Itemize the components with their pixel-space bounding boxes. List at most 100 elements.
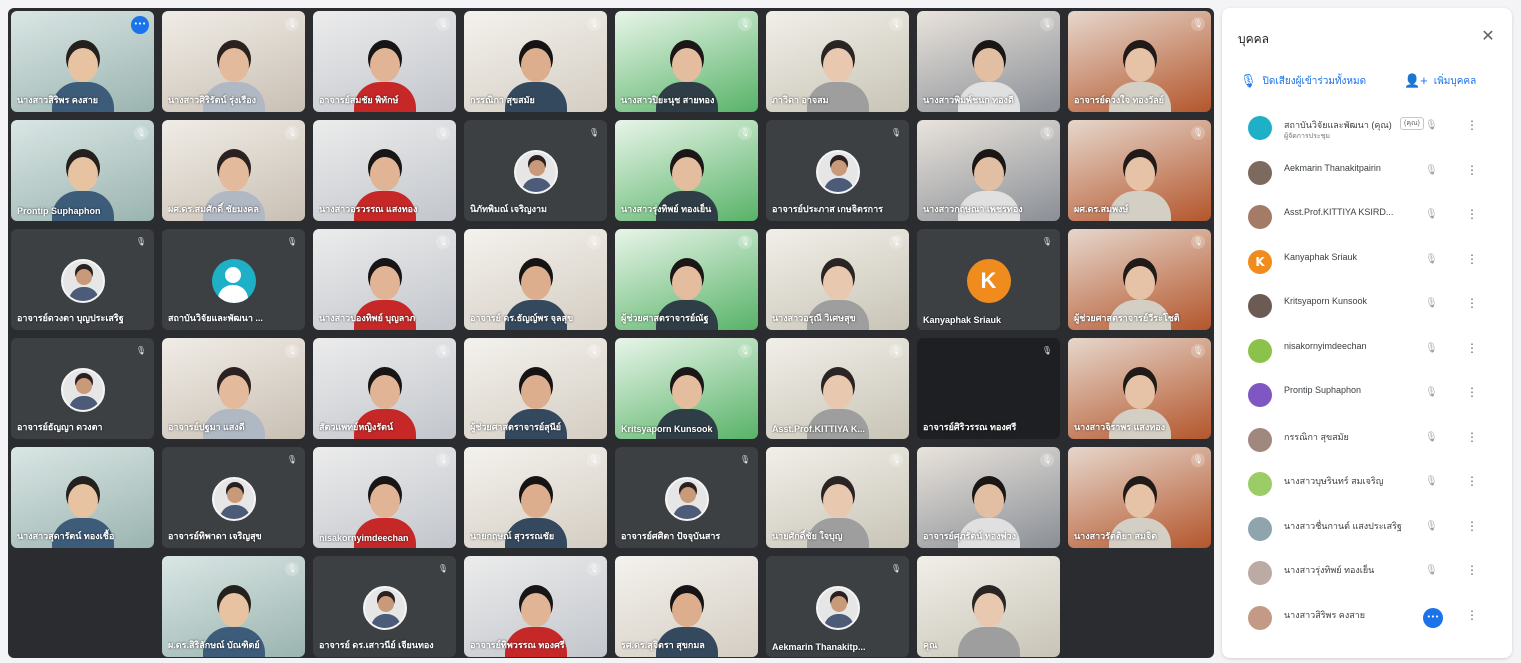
kebab-menu-icon[interactable]: ⋮ xyxy=(1466,118,1478,132)
avatar xyxy=(664,477,709,521)
mic-off-icon[interactable]: 🎙 xyxy=(1425,565,1438,576)
add-people-button[interactable]: 👤+ เพิ่มบุคคล xyxy=(1404,68,1476,94)
participant-tile[interactable]: ผู้ช่วยศาสตราจารย์ณัฐ 🎙 xyxy=(615,229,758,330)
participant-tile[interactable]: อาจารย์ปฐมา แสงดี 🎙 xyxy=(162,338,305,439)
mic-off-icon: 🎙 xyxy=(436,344,450,358)
participant-tile[interactable]: ผู้ช่วยศาสตราจารย์สุนีย์ 🎙 xyxy=(464,338,607,439)
participant-tile[interactable]: นางสาวปองทิพย์ บุญลาภ 🎙 xyxy=(313,229,456,330)
mic-off-icon: 🎙 xyxy=(889,453,903,467)
participant-row[interactable]: นางสาวสิริพร คงสาย ••• ⋮ xyxy=(1222,596,1512,641)
participant-tile[interactable]: กรรณิกา สุขสมัย 🎙 xyxy=(464,11,607,112)
participant-tile[interactable]: นางสาวสิริพร คงสาย ••• xyxy=(11,11,154,112)
participant-tile[interactable]: nisakornyimdeechan 🎙 xyxy=(313,447,456,548)
more-options-icon[interactable]: ••• xyxy=(131,16,149,34)
mic-off-icon[interactable]: 🎙 xyxy=(1425,343,1438,354)
kebab-menu-icon[interactable]: ⋮ xyxy=(1466,341,1478,355)
kebab-menu-icon[interactable]: ⋮ xyxy=(1466,385,1478,399)
more-options-icon[interactable]: ••• xyxy=(1423,607,1443,628)
mic-off-icon[interactable]: 🎙 xyxy=(1425,476,1438,487)
participant-tile[interactable]: ภาวิดา อาจสม 🎙 xyxy=(766,11,909,112)
participant-tile[interactable]: นางสาวรุ่งทิพย์ ทองเย็น 🎙 xyxy=(615,120,758,221)
participant-tile[interactable]: นายกฤษณ์ สุวรรณชัย 🎙 xyxy=(464,447,607,548)
kebab-menu-icon[interactable]: ⋮ xyxy=(1466,296,1478,310)
mic-off-icon[interactable]: 🎙 xyxy=(1425,387,1438,398)
participant-tile[interactable]: Asst.Prof.KITTIYA K... 🎙 xyxy=(766,338,909,439)
participant-tile[interactable]: อาจารย์ศุภรัตน์ ทองพ่วง 🎙 xyxy=(917,447,1060,548)
participant-row[interactable]: สถาบันวิจัยและพัฒนา (คุณ) ผู้จัดการประชุม… xyxy=(1222,106,1512,151)
participant-name: อาจารย์ประภาส เกษจิตรการ xyxy=(772,204,884,214)
participant-tile[interactable]: อาจารย์ศิริวรรณ ทองศรี 🎙 xyxy=(917,338,1060,439)
mic-off-icon[interactable]: 🎙 xyxy=(1425,521,1438,532)
participant-tile[interactable]: นิภัทพิมณ์ เจริญงาม 🎙 xyxy=(464,120,607,221)
participant-tile[interactable]: ผศ.ดร.สมพงษ์ 🎙 xyxy=(1068,120,1211,221)
participant-tile[interactable]: นางสาวจิราพร แสงทอง 🎙 xyxy=(1068,338,1211,439)
kebab-menu-icon[interactable]: ⋮ xyxy=(1466,563,1478,577)
participant-tile[interactable]: อาจารย์ประภาส เกษจิตรการ 🎙 xyxy=(766,120,909,221)
participant-tile[interactable]: อาจารย์ทิพวรรณ ทองศรี 🎙 xyxy=(464,556,607,657)
participant-row[interactable]: นางสาวรุ่งทิพย์ ทองเย็น 🎙 ⋮ xyxy=(1222,551,1512,596)
participant-tile[interactable]: อาจารย์ทิพาดา เจริญสุข 🎙 xyxy=(162,447,305,548)
kebab-menu-icon[interactable]: ⋮ xyxy=(1466,608,1478,622)
participant-row[interactable]: นางสาวชื่นกานต์ แสงประเสริฐ 🎙 ⋮ xyxy=(1222,507,1512,552)
participant-name: Asst.Prof.KITTIYA KSIRD... xyxy=(1284,207,1394,217)
mic-off-icon[interactable]: 🎙 xyxy=(1425,209,1438,220)
participant-tile[interactable]: สถาบันวิจัยและพัฒนา ... 🎙 xyxy=(162,229,305,330)
participant-tile[interactable]: นายศักดิ์ชัย ใจบุญ 🎙 xyxy=(766,447,909,548)
participant-tile[interactable]: สัตวแพทย์หญิงรัตน์ 🎙 xyxy=(313,338,456,439)
participant-tile[interactable]: K Kanyaphak Sriauk 🎙 xyxy=(917,229,1060,330)
participant-tile[interactable]: อาจารย์ดวงตา บุญประเสริฐ 🎙 xyxy=(11,229,154,330)
participant-list: สถาบันวิจัยและพัฒนา (คุณ) ผู้จัดการประชุม… xyxy=(1222,106,1512,640)
participant-tile[interactable]: นางสาวอรวรรณ แสงทอง 🎙 xyxy=(313,120,456,221)
kebab-menu-icon[interactable]: ⋮ xyxy=(1466,207,1478,221)
participant-tile[interactable]: นางสาวรัตติยา สมจิต 🎙 xyxy=(1068,447,1211,548)
mic-off-icon: 🎙 xyxy=(1240,73,1257,88)
participant-tile[interactable]: ผู้ช่วยศาสตราจารย์วีระโชติ 🎙 xyxy=(1068,229,1211,330)
mic-off-icon[interactable]: 🎙 xyxy=(1425,432,1438,443)
mic-off-icon[interactable]: 🎙 xyxy=(1425,120,1438,131)
participant-tile[interactable]: ผ.ดร.สิริลักษณ์ บัณฑิตย์ 🎙 xyxy=(162,556,305,657)
participant-tile[interactable]: นางสาวสุดารัตน์ ทองเชื้อ xyxy=(11,447,154,548)
participant-tile[interactable]: อาจารย์ ดร.เสาวนีย์ เจียนทอง 🎙 xyxy=(313,556,456,657)
participant-tile[interactable]: อาจารย์ธัญญา ดวงตา 🎙 xyxy=(11,338,154,439)
kebab-menu-icon[interactable]: ⋮ xyxy=(1466,474,1478,488)
avatar xyxy=(211,259,256,303)
participant-name: Prontip Suphaphon xyxy=(1284,385,1362,395)
participant-tile[interactable]: รศ.ดร.สุจิตรา สุขกมล xyxy=(615,556,758,657)
participant-tile[interactable]: นางสาวอรุณี วิเศษสุข 🎙 xyxy=(766,229,909,330)
mic-off-icon[interactable]: 🎙 xyxy=(1425,254,1438,265)
participant-tile[interactable]: อาจารย์ศศิตา ปัจจุบันสาร 🎙 xyxy=(615,447,758,548)
kebab-menu-icon[interactable]: ⋮ xyxy=(1466,519,1478,533)
participant-row[interactable]: Aekmarin Thanakitpairin 🎙 ⋮ xyxy=(1222,151,1512,196)
participant-tile[interactable]: Prontip Suphaphon 🎙 xyxy=(11,120,154,221)
participant-row[interactable]: Kritsyaporn Kunsook 🎙 ⋮ xyxy=(1222,284,1512,329)
participant-tile[interactable]: ผศ.ดร.สมศักดิ์ ชัยมงคล 🎙 xyxy=(162,120,305,221)
kebab-menu-icon[interactable]: ⋮ xyxy=(1466,430,1478,444)
mic-off-icon: 🎙 xyxy=(285,126,299,140)
mic-off-icon[interactable]: 🎙 xyxy=(1425,298,1438,309)
mic-off-icon[interactable]: 🎙 xyxy=(1425,165,1438,176)
mute-all-label: ปิดเสียงผู้เข้าร่วมทั้งหมด xyxy=(1262,75,1367,87)
close-icon[interactable]: ✕ xyxy=(1478,26,1498,46)
participant-tile[interactable]: นางสาวกฤษณา เพชรทอง 🎙 xyxy=(917,120,1060,221)
participant-tile[interactable]: อาจารย์สมชัย พิทักษ์ 🎙 xyxy=(313,11,456,112)
participant-row[interactable]: Asst.Prof.KITTIYA KSIRD... 🎙 ⋮ xyxy=(1222,195,1512,240)
participant-row[interactable]: nisakornyimdeechan 🎙 ⋮ xyxy=(1222,329,1512,374)
participant-row[interactable]: Prontip Suphaphon 🎙 ⋮ xyxy=(1222,373,1512,418)
participant-tile[interactable]: นางสาวปิยะนุช สายทอง 🎙 xyxy=(615,11,758,112)
mic-off-icon: 🎙 xyxy=(285,17,299,31)
mute-all-button[interactable]: 🎙 ปิดเสียงผู้เข้าร่วมทั้งหมด xyxy=(1240,68,1366,94)
mic-off-icon: 🎙 xyxy=(1040,126,1054,140)
participant-tile[interactable]: คุณ xyxy=(917,556,1060,657)
participant-name: Aekmarin Thanakitpairin xyxy=(1284,162,1381,173)
participant-tile[interactable]: Aekmarin Thanakitp... 🎙 xyxy=(766,556,909,657)
participant-row[interactable]: นางสาวบุษรินทร์ สมเจริญ 🎙 ⋮ xyxy=(1222,462,1512,507)
participant-row[interactable]: กรรณิกา สุขสมัย 🎙 ⋮ xyxy=(1222,418,1512,463)
participant-tile[interactable]: อาจารย์ ดร.ธัญญ์พร จุลสุข 🎙 xyxy=(464,229,607,330)
participant-tile[interactable]: อาจารย์ดวงใจ ทองวัลย์ 🎙 xyxy=(1068,11,1211,112)
participant-row[interactable]: K Kanyaphak Sriauk 🎙 ⋮ xyxy=(1222,240,1512,285)
kebab-menu-icon[interactable]: ⋮ xyxy=(1466,252,1478,266)
participant-tile[interactable]: นางสาวศิริรัตน์ รุ่งเรือง 🎙 xyxy=(162,11,305,112)
kebab-menu-icon[interactable]: ⋮ xyxy=(1466,163,1478,177)
participant-tile[interactable]: นางสาวพิมพ์ชนก ทองดี 🎙 xyxy=(917,11,1060,112)
participant-tile[interactable]: Kritsyaporn Kunsook 🎙 xyxy=(615,338,758,439)
